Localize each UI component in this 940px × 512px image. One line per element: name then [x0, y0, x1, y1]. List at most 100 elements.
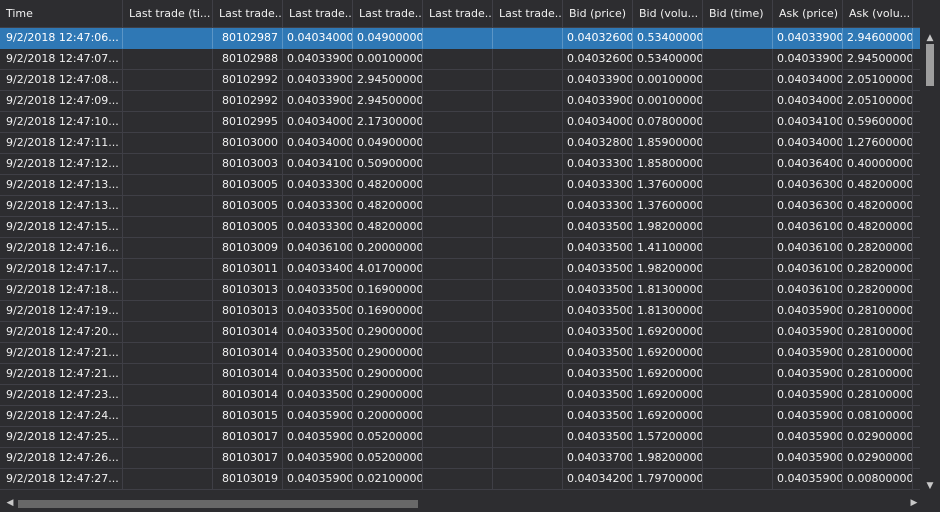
table-cell[interactable]: [913, 196, 920, 217]
table-cell[interactable]: 0.05200000: [353, 448, 423, 469]
table-cell[interactable]: 0.00100000: [353, 49, 423, 70]
table-cell[interactable]: 2.17300000: [353, 112, 423, 133]
table-cell[interactable]: [493, 217, 563, 238]
table-cell[interactable]: 0.28100000: [843, 301, 913, 322]
table-cell[interactable]: 9/2/2018 12:47:23...: [0, 385, 123, 406]
table-cell[interactable]: 0.28200000: [843, 259, 913, 280]
table-cell[interactable]: 0.04033400: [283, 259, 353, 280]
table-cell[interactable]: 0.04900000: [353, 28, 423, 49]
table-cell[interactable]: 9/2/2018 12:47:11...: [0, 133, 123, 154]
table-cell[interactable]: 0.04033500: [283, 343, 353, 364]
table-row[interactable]: 9/2/2018 12:47:16... 80103009 0.04036100 0.…: [0, 238, 920, 259]
table-cell[interactable]: 0.04035900: [283, 448, 353, 469]
table-cell[interactable]: 0.48200000: [843, 175, 913, 196]
table-cell[interactable]: [493, 280, 563, 301]
table-row[interactable]: 9/2/2018 12:47:26... 80103017 0.04035900 0.…: [0, 448, 920, 469]
table-cell[interactable]: 1.57200000: [633, 427, 703, 448]
table-cell[interactable]: [123, 175, 213, 196]
table-cell[interactable]: 9/2/2018 12:47:09...: [0, 91, 123, 112]
table-cell[interactable]: 80103013: [213, 280, 283, 301]
column-header-1[interactable]: Last trade (ti...: [123, 0, 213, 28]
table-cell[interactable]: 0.04034000: [563, 112, 633, 133]
table-cell[interactable]: 0.04036400: [773, 154, 843, 175]
table-cell[interactable]: 0.04035900: [773, 427, 843, 448]
table-cell[interactable]: 80103003: [213, 154, 283, 175]
table-cell[interactable]: [913, 406, 920, 427]
table-cell[interactable]: 80103017: [213, 427, 283, 448]
column-header-2[interactable]: Last trade...: [213, 0, 283, 28]
table-cell[interactable]: 0.04032800: [563, 133, 633, 154]
table-cell[interactable]: [423, 133, 493, 154]
table-cell[interactable]: [703, 448, 773, 469]
table-cell[interactable]: 0.04033500: [563, 343, 633, 364]
table-cell[interactable]: [703, 238, 773, 259]
table-cell[interactable]: [913, 364, 920, 385]
table-cell[interactable]: [423, 301, 493, 322]
table-cell[interactable]: 4.01700000: [353, 259, 423, 280]
table-cell[interactable]: [123, 385, 213, 406]
vertical-scrollbar[interactable]: ▲ ▼: [920, 28, 940, 494]
table-cell[interactable]: 0.04033900: [563, 91, 633, 112]
table-cell[interactable]: 0.04036100: [773, 238, 843, 259]
table-cell[interactable]: [493, 175, 563, 196]
column-header-8[interactable]: Bid (volu...: [633, 0, 703, 28]
table-cell[interactable]: 0.04033900: [773, 28, 843, 49]
table-cell[interactable]: 0.04033500: [563, 385, 633, 406]
table-cell[interactable]: 9/2/2018 12:47:20...: [0, 322, 123, 343]
table-cell[interactable]: 1.98200000: [633, 259, 703, 280]
table-cell[interactable]: 0.04033900: [283, 49, 353, 70]
table-cell[interactable]: [423, 196, 493, 217]
table-cell[interactable]: 9/2/2018 12:47:06...: [0, 28, 123, 49]
table-cell[interactable]: [423, 280, 493, 301]
table-cell[interactable]: [423, 364, 493, 385]
table-cell[interactable]: [423, 91, 493, 112]
table-cell[interactable]: [423, 49, 493, 70]
table-cell[interactable]: [123, 448, 213, 469]
table-cell[interactable]: 0.04036300: [773, 175, 843, 196]
table-cell[interactable]: [123, 112, 213, 133]
table-cell[interactable]: 1.69200000: [633, 385, 703, 406]
table-cell[interactable]: 80103005: [213, 196, 283, 217]
table-cell[interactable]: 80103005: [213, 217, 283, 238]
table-row[interactable]: 9/2/2018 12:47:23... 80103014 0.04033500 0.…: [0, 385, 920, 406]
table-cell[interactable]: 2.94600000: [843, 28, 913, 49]
table-cell[interactable]: 0.04033500: [563, 238, 633, 259]
table-row[interactable]: 9/2/2018 12:47:13... 80103005 0.04033300 0.…: [0, 196, 920, 217]
table-row[interactable]: 9/2/2018 12:47:07... 80102988 0.04033900 0.…: [0, 49, 920, 70]
table-cell[interactable]: 1.81300000: [633, 301, 703, 322]
table-cell[interactable]: [913, 469, 920, 490]
table-cell[interactable]: 0.02900000: [843, 448, 913, 469]
table-cell[interactable]: 0.04035900: [773, 364, 843, 385]
table-cell[interactable]: 0.04033500: [563, 217, 633, 238]
table-cell[interactable]: 0.04036300: [773, 196, 843, 217]
table-cell[interactable]: 9/2/2018 12:47:13...: [0, 196, 123, 217]
scroll-left-icon[interactable]: ◀: [2, 494, 18, 512]
table-cell[interactable]: [423, 28, 493, 49]
table-cell[interactable]: 9/2/2018 12:47:26...: [0, 448, 123, 469]
table-cell[interactable]: 0.48200000: [843, 217, 913, 238]
table-cell[interactable]: 0.04034100: [283, 154, 353, 175]
table-row[interactable]: 9/2/2018 12:47:21... 80103014 0.04033500 0.…: [0, 343, 920, 364]
table-cell[interactable]: 1.69200000: [633, 322, 703, 343]
table-cell[interactable]: 1.27600000: [843, 133, 913, 154]
table-cell[interactable]: [913, 70, 920, 91]
table-cell[interactable]: [493, 112, 563, 133]
table-cell[interactable]: 9/2/2018 12:47:13...: [0, 175, 123, 196]
table-cell[interactable]: 0.04036100: [283, 238, 353, 259]
table-cell[interactable]: 9/2/2018 12:47:27...: [0, 469, 123, 490]
table-cell[interactable]: [703, 406, 773, 427]
table-cell[interactable]: [123, 427, 213, 448]
table-cell[interactable]: 9/2/2018 12:47:07...: [0, 49, 123, 70]
table-cell[interactable]: [423, 154, 493, 175]
table-cell[interactable]: 0.04033900: [283, 70, 353, 91]
table-cell[interactable]: [123, 70, 213, 91]
table-cell[interactable]: 0.04036100: [773, 217, 843, 238]
table-cell[interactable]: 0.00100000: [633, 91, 703, 112]
table-cell[interactable]: 0.02900000: [843, 427, 913, 448]
table-cell[interactable]: 0.04033500: [283, 364, 353, 385]
table-cell[interactable]: 0.04034100: [773, 112, 843, 133]
table-cell[interactable]: [703, 469, 773, 490]
table-row[interactable]: 9/2/2018 12:47:27... 80103019 0.04035900 0.…: [0, 469, 920, 490]
table-cell[interactable]: [123, 49, 213, 70]
table-cell[interactable]: 0.04033300: [283, 175, 353, 196]
